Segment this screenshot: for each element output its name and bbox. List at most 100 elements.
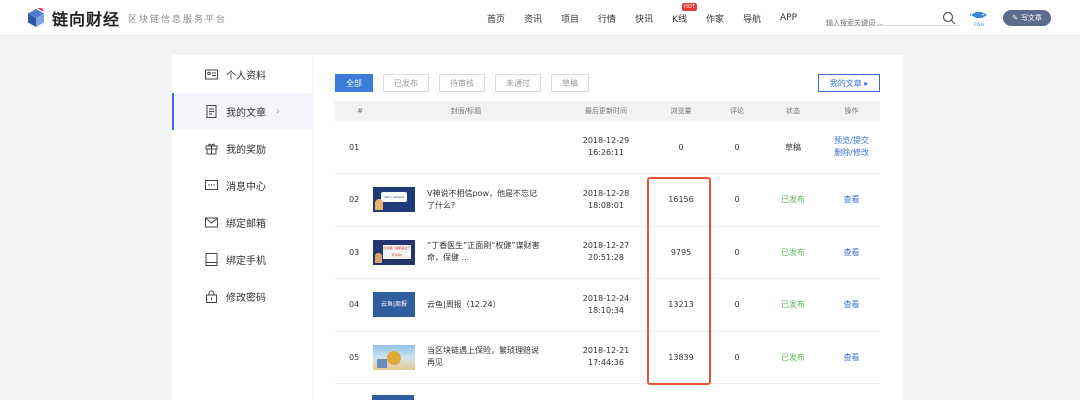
sidebar-item-profile[interactable]: 个人资料 [172, 56, 312, 93]
thumbnail-caption: "who" believe [381, 192, 407, 203]
phone-icon [205, 253, 218, 266]
fish-icon[interactable]: FISH [969, 7, 988, 29]
article-thumbnail[interactable]: 云鱼|周报 [373, 292, 415, 318]
row-time: 18:10:34 [588, 305, 624, 315]
search-icon[interactable] [942, 10, 956, 25]
preview-submit-link[interactable]: 预览/提交 [823, 135, 880, 147]
article-thumbnail[interactable] [372, 395, 414, 400]
id-card-icon [205, 68, 218, 81]
row-status: 草稿 [763, 121, 823, 174]
my-articles-button[interactable]: 我的文章 ▸ [818, 74, 880, 92]
filter-tabs: 全部 已发布 待审核 未通过 草稿 [335, 74, 599, 92]
row-index: 02 [335, 173, 371, 227]
main-nav: 首页 资讯 项目 行情 快讯 K线 HOT 作家 导航 APP [487, 0, 816, 36]
row-index: 05 [335, 331, 371, 384]
sidebar-item-password[interactable]: 修改密码 [172, 278, 312, 315]
sidebar-item-my-articles[interactable]: 我的文章 › [172, 93, 312, 130]
col-header-actions: 操作 [844, 107, 859, 115]
write-article-label: 写文章 [1020, 14, 1042, 22]
tab-published[interactable]: 已发布 [383, 74, 429, 92]
nav-app[interactable]: APP [780, 13, 797, 23]
nav-guide[interactable]: 导航 [743, 12, 761, 25]
view-link[interactable]: 查看 [823, 278, 880, 332]
col-header-comments: 评论 [730, 107, 744, 115]
document-icon [205, 105, 218, 118]
nav-home[interactable]: 首页 [487, 12, 505, 25]
row-index: 03 [335, 226, 371, 279]
sidebar-item-label: 我的文章 [226, 108, 266, 119]
tab-draft[interactable]: 草稿 [551, 74, 589, 92]
article-thumbnail[interactable]: "who" believe [373, 187, 415, 213]
col-header-title: 封面/标题 [450, 107, 482, 115]
col-header-updated: 最后更新时间 [585, 107, 627, 115]
article-title-link[interactable]: 云鱼|周报（12.24） [427, 299, 543, 311]
row-comments: 0 [711, 331, 763, 384]
row-time: 17:44:36 [588, 358, 624, 368]
row-actions: 预览/提交 删除/修改 [823, 121, 880, 174]
search-input[interactable] [826, 16, 936, 30]
nav-writers[interactable]: 作家 [706, 12, 724, 25]
row-date: 2018-12-21 [582, 346, 630, 356]
row-title [371, 121, 561, 174]
view-link[interactable]: 查看 [823, 226, 880, 279]
sidebar: 个人资料 我的文章 › 我的奖励 消息中心 绑定邮箱 绑定手机 修改密码 [172, 55, 312, 400]
write-article-button[interactable]: ✎ 写文章 [1003, 10, 1051, 26]
tab-all[interactable]: 全部 [335, 74, 373, 92]
row-status: 已发布 [763, 226, 823, 279]
articles-table: # 封面/标题 最后更新时间 浏览量 评论 状态 操作 01 2018-12-2… [335, 101, 880, 384]
thumbnail-caption: 区块链一般都是全个写局吗? [383, 244, 411, 259]
row-views: 0 [651, 121, 711, 174]
lock-icon [205, 290, 218, 303]
sidebar-item-label: 修改密码 [226, 293, 266, 304]
sidebar-item-messages[interactable]: 消息中心 [172, 167, 312, 204]
article-thumbnail[interactable]: 区块链一般都是全个写局吗? [373, 239, 415, 265]
table-row: 03 区块链一般都是全个写局吗? “丁香医生”正面刚“权健”谋财害命，保健 ..… [335, 226, 880, 279]
view-link[interactable]: 查看 [823, 331, 880, 384]
nav-news[interactable]: 资讯 [524, 12, 542, 25]
row-comments: 0 [711, 121, 763, 174]
top-header: 链向财经 区块链信息服务平台 首页 资讯 项目 行情 快讯 K线 HOT 作家 … [0, 0, 1080, 36]
article-title-link[interactable]: “丁香医生”正面刚“权健”谋财害命，保健 ... [427, 240, 543, 264]
nav-projects[interactable]: 项目 [561, 12, 579, 25]
nav-kline[interactable]: K线 HOT [672, 2, 697, 25]
row-status: 已发布 [763, 278, 823, 332]
tab-rejected[interactable]: 未通过 [495, 74, 541, 92]
table-header-row: # 封面/标题 最后更新时间 浏览量 评论 状态 操作 [335, 101, 880, 121]
tab-pending[interactable]: 待审核 [439, 74, 485, 92]
table-row: 05 当区块链遇上保险，繁琐理赔说再见 2018-12-21 17:44:36 … [335, 331, 880, 384]
mail-icon [205, 216, 218, 229]
cube-logo-icon [26, 8, 46, 28]
sidebar-item-label: 个人资料 [226, 71, 266, 82]
row-time: 20:51:28 [588, 253, 624, 263]
row-updated: 2018-12-27 20:51:28 [561, 226, 651, 279]
row-comments: 0 [711, 278, 763, 332]
row-date: 2018-12-24 [582, 293, 630, 303]
view-link[interactable]: 查看 [823, 173, 880, 227]
delete-edit-link[interactable]: 删除/修改 [823, 147, 880, 159]
article-thumbnail[interactable] [373, 344, 415, 370]
table-row: 02 "who" believe V神说不相信pow，他是不忘记了什么? 201… [335, 173, 880, 227]
sidebar-item-label: 我的奖励 [226, 145, 266, 156]
row-updated: 2018-12-24 18:10:34 [561, 278, 651, 332]
sidebar-item-label: 消息中心 [226, 182, 266, 193]
nav-flash[interactable]: 快讯 [635, 12, 653, 25]
logo[interactable]: 链向财经 区块链信息服务平台 [26, 6, 227, 30]
row-time: 16:26:11 [588, 148, 624, 157]
col-header-status: 状态 [786, 107, 800, 115]
article-title-link[interactable]: V神说不相信pow，他是不忘记了什么? [427, 188, 543, 212]
brand-name: 链向财经 [52, 10, 121, 29]
views-highlight-box [647, 177, 711, 385]
nav-kline-label: K线 [672, 14, 687, 25]
row-comments: 0 [711, 226, 763, 279]
row-updated: 2018-12-21 17:44:36 [561, 331, 651, 384]
articles-panel: 全部 已发布 待审核 未通过 草稿 我的文章 ▸ # 封面/标题 最后更新时间 … [313, 55, 903, 400]
sidebar-item-email[interactable]: 绑定邮箱 [172, 204, 312, 241]
sidebar-item-phone[interactable]: 绑定手机 [172, 241, 312, 278]
row-time: 18:08:01 [588, 200, 624, 210]
brand-tagline: 区块链信息服务平台 [128, 14, 228, 25]
sidebar-item-rewards[interactable]: 我的奖励 [172, 130, 312, 167]
gift-icon [205, 142, 218, 155]
nav-market[interactable]: 行情 [598, 12, 616, 25]
row-index: 04 [335, 278, 371, 332]
article-title-link[interactable]: 当区块链遇上保险，繁琐理赔说再见 [427, 345, 543, 369]
